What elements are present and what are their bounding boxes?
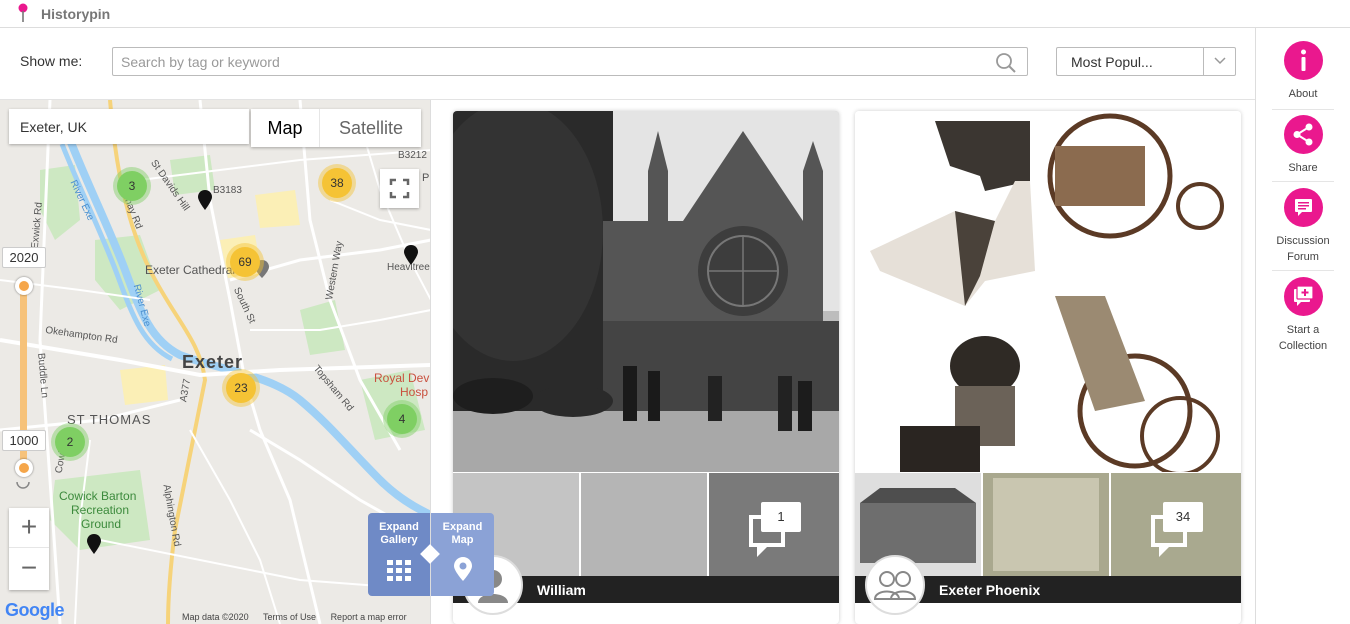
map-type-control: Map Satellite [251, 109, 421, 147]
comment-count: 34 [1163, 502, 1203, 532]
sidebar-divider [1272, 270, 1334, 271]
start-collection-button[interactable]: Start a Collection [1272, 277, 1334, 354]
map-type-satellite-button[interactable]: Satellite [321, 109, 421, 147]
expand-control: Expand Gallery Expand Map [368, 513, 494, 596]
comments-tile[interactable]: 34 [1111, 473, 1241, 576]
search-input[interactable] [121, 53, 981, 71]
map-label-exeter: Exeter [182, 352, 244, 372]
report-map-error-link[interactable]: Report a map error [331, 612, 407, 622]
map-cluster[interactable]: 23 [226, 373, 256, 403]
card-author-name[interactable]: Exeter Phoenix [939, 582, 1040, 598]
map-type-map-button[interactable]: Map [251, 109, 320, 147]
card-author-name[interactable]: William [537, 582, 586, 598]
group-icon [873, 571, 917, 600]
grid-icon [387, 560, 411, 581]
expand-map-label: Expand Map [442, 521, 483, 546]
top-bar: Historypin [0, 0, 1350, 28]
search-box [112, 47, 1028, 76]
card-main-image[interactable] [453, 111, 839, 472]
thumbnail[interactable] [983, 473, 1109, 576]
comments-tile[interactable]: 1 [709, 473, 839, 576]
discussion-icon [1283, 188, 1323, 227]
info-icon [1283, 41, 1323, 80]
map-cluster[interactable]: 69 [230, 247, 260, 277]
google-logo: Google [5, 600, 65, 621]
timeline-year-to: 2020 [2, 247, 46, 268]
map-cluster[interactable]: 2 [55, 427, 85, 457]
add-collection-icon [1283, 277, 1323, 316]
map-marker-icon [454, 557, 472, 581]
map-label-b3212: B3212 [398, 150, 427, 161]
wheelchair-collage-photo [855, 111, 1241, 472]
sort-dropdown-button[interactable] [1203, 48, 1235, 75]
map-cluster[interactable]: 3 [117, 171, 147, 201]
map-label-st-thomas: ST THOMAS [67, 412, 152, 427]
map-label-cathedral: Exeter Cathedral [145, 263, 236, 277]
comments-badge: 1 [747, 502, 809, 557]
sidebar-divider [1272, 109, 1334, 110]
about-button[interactable]: About [1272, 41, 1334, 102]
comments-badge: 34 [1149, 502, 1211, 557]
comment-count: 1 [761, 502, 801, 532]
map-cluster[interactable]: 4 [387, 404, 417, 434]
map-pin-icon[interactable] [87, 534, 101, 554]
sort-select[interactable]: Most Popul... [1056, 47, 1236, 76]
timeline-handle-bottom[interactable] [15, 459, 33, 477]
map-label-royal-devon-hosp: Hosp [400, 385, 429, 399]
avatar[interactable] [865, 555, 925, 615]
zoom-in-button[interactable]: + [9, 508, 49, 548]
expand-gallery-label: Expand Gallery [379, 521, 419, 546]
show-me-label: Show me: [20, 53, 83, 69]
map-data-credit: Map data ©2020 [182, 612, 249, 622]
share-label: Share [1288, 162, 1318, 174]
timeline-reset-icon[interactable] [14, 478, 32, 494]
right-sidebar: About Share Discussion Forum Start a Col… [1255, 28, 1350, 624]
map-panel[interactable]: Exeter ST THOMAS Exeter Cathedral Royal … [0, 100, 431, 624]
start-collection-label: Start a Collection [1278, 324, 1328, 352]
historypin-logo-icon [18, 3, 28, 22]
map-label-cowick-2: Recreation [71, 503, 130, 517]
timeline-handle-top[interactable] [15, 277, 33, 295]
location-text: Exeter, UK [20, 119, 87, 135]
share-button[interactable]: Share [1272, 115, 1334, 176]
google-logo-text: Google [5, 600, 65, 620]
gallery-card[interactable]: 34 Exeter Phoenix [855, 111, 1241, 624]
zoom-out-button[interactable]: − [9, 549, 49, 589]
search-icon[interactable] [995, 52, 1017, 74]
sort-selected-value: Most Popul... [1071, 54, 1153, 70]
fullscreen-icon [389, 178, 410, 199]
discussion-forum-button[interactable]: Discussion Forum [1272, 188, 1334, 265]
app-title[interactable]: Historypin [41, 6, 110, 22]
map-label-b3183: B3183 [213, 185, 242, 196]
card-main-image[interactable] [855, 111, 1241, 472]
map-label-cowick-1: Cowick Barton [59, 489, 137, 503]
document-thumbnail [983, 473, 1109, 576]
map-footer: Map data ©2020 Terms of Use Report a map… [182, 612, 419, 622]
location-box[interactable]: Exeter, UK [9, 109, 249, 144]
gallery-card[interactable]: 1 William [453, 111, 839, 624]
map-cluster[interactable]: 38 [322, 168, 352, 198]
timeline-year-from: 1000 [2, 430, 46, 451]
chevron-down-icon [1214, 57, 1226, 65]
about-label: About [1288, 88, 1318, 100]
expand-map-button[interactable]: Expand Map [431, 513, 494, 596]
map-pin-icon[interactable] [404, 245, 418, 265]
sidebar-divider [1272, 181, 1334, 182]
discussion-forum-label: Discussion Forum [1276, 235, 1330, 263]
share-icon [1283, 115, 1323, 154]
thumbnail[interactable] [581, 473, 707, 576]
map-label-cowick-3: Ground [81, 517, 122, 531]
map-label-p: P [422, 172, 430, 184]
cathedral-photo [453, 111, 839, 472]
terms-of-use-link[interactable]: Terms of Use [263, 612, 316, 622]
map-pin-icon[interactable] [198, 190, 212, 210]
fullscreen-button[interactable] [380, 169, 419, 208]
zoom-control: + − [9, 508, 49, 590]
map-label-royal-devon: Royal Dev [374, 371, 430, 385]
